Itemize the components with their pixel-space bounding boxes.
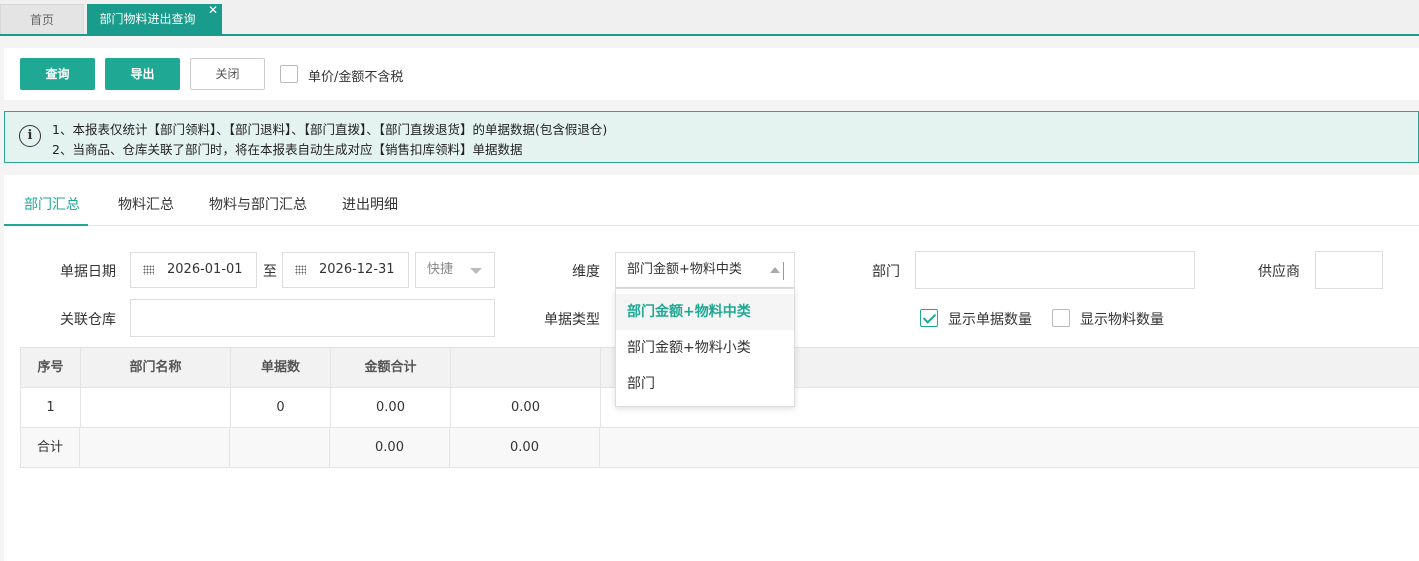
dimension-dropdown: 部门金额+物料中类 部门金额+物料小类 部门 bbox=[615, 288, 795, 407]
calendar-icon bbox=[295, 265, 306, 275]
total-doc-count bbox=[230, 428, 330, 467]
col-header-extra bbox=[451, 348, 601, 387]
notice-line-1: 1、本报表仅统计【部门领料】、【部门退料】、【部门直拨】、【部门直拨退货】的单据… bbox=[52, 122, 608, 137]
col-header-doc-count: 单据数 bbox=[231, 348, 331, 387]
close-icon[interactable]: ✕ bbox=[208, 0, 218, 25]
report-panel: 部门汇总 物料汇总 物料与部门汇总 进出明细 单据日期 2026-01-01 至… bbox=[4, 175, 1419, 561]
query-button[interactable]: 查询 bbox=[20, 58, 95, 90]
tab-in-out-detail[interactable]: 进出明细 bbox=[342, 175, 398, 226]
date-label: 单据日期 bbox=[60, 264, 116, 280]
dimension-option-dept[interactable]: 部门 bbox=[616, 366, 794, 402]
cell-index: 1 bbox=[20, 388, 81, 427]
dimension-select-value: 部门金额+物料中类 bbox=[627, 262, 742, 277]
table-total-row: 合计 0.00 0.00 bbox=[20, 428, 1419, 468]
tab-dept-material-query[interactable]: 部门物料进出查询 ✕ bbox=[87, 3, 222, 34]
warehouse-label: 关联仓库 bbox=[60, 312, 116, 328]
tab-dept-material-query-label: 部门物料进出查询 bbox=[99, 12, 196, 26]
notice-line-2: 2、当商品、仓库关联了部门时，将在本报表自动生成对应【销售扣库领料】单据数据 bbox=[52, 142, 523, 157]
supplier-label: 供应商 bbox=[1258, 264, 1300, 280]
show-item-qty-checkbox[interactable] bbox=[1052, 309, 1070, 327]
quick-select-label: 快捷 bbox=[427, 262, 454, 277]
show-doc-qty-label: 显示单据数量 bbox=[948, 312, 1032, 328]
show-item-qty-label: 显示物料数量 bbox=[1080, 312, 1164, 328]
tab-strip: 首页 部门物料进出查询 ✕ bbox=[0, 0, 1419, 36]
quick-select[interactable]: 快捷 bbox=[415, 252, 495, 288]
supplier-input[interactable] bbox=[1315, 251, 1383, 289]
report-tabs: 部门汇总 物料汇总 物料与部门汇总 进出明细 bbox=[4, 175, 1419, 226]
cell-amount-total: 0.00 bbox=[331, 388, 451, 427]
chevron-down-icon bbox=[470, 268, 482, 274]
show-doc-qty-checkbox[interactable] bbox=[920, 309, 938, 327]
calendar-icon bbox=[143, 265, 154, 275]
exclude-tax-checkbox[interactable] bbox=[280, 65, 298, 83]
col-header-dept-name: 部门名称 bbox=[81, 348, 231, 387]
dimension-label: 维度 bbox=[572, 264, 600, 280]
date-to-input[interactable]: 2026-12-31 bbox=[282, 252, 409, 288]
col-header-amount-total: 金额合计 bbox=[331, 348, 451, 387]
cell-doc-count: 0 bbox=[231, 388, 331, 427]
date-to-separator: 至 bbox=[263, 264, 277, 280]
total-amount: 0.00 bbox=[330, 428, 450, 467]
info-icon: i bbox=[19, 125, 41, 147]
tab-home[interactable]: 首页 bbox=[0, 4, 84, 34]
tab-material-summary[interactable]: 物料汇总 bbox=[118, 175, 174, 226]
col-header-index: 序号 bbox=[20, 348, 81, 387]
date-to-value: 2026-12-31 bbox=[319, 262, 395, 277]
date-from-input[interactable]: 2026-01-01 bbox=[130, 252, 257, 288]
tab-material-dept-summary[interactable]: 物料与部门汇总 bbox=[209, 175, 307, 226]
notice-box: i 1、本报表仅统计【部门领料】、【部门退料】、【部门直拨】、【部门直拨退货】的… bbox=[4, 111, 1419, 163]
dimension-option-dept-amount-sub-category[interactable]: 部门金额+物料小类 bbox=[616, 330, 794, 366]
toolbar: 查询 导出 关闭 单价/金额不含税 bbox=[4, 48, 1419, 100]
export-button[interactable]: 导出 bbox=[105, 58, 180, 90]
chevron-up-icon bbox=[770, 267, 780, 273]
text-cursor bbox=[783, 262, 784, 280]
date-from-value: 2026-01-01 bbox=[167, 262, 243, 277]
total-label: 合计 bbox=[20, 428, 80, 467]
dimension-option-dept-amount-mid-category[interactable]: 部门金额+物料中类 bbox=[616, 294, 794, 330]
cell-extra: 0.00 bbox=[451, 388, 601, 427]
cell-dept-name bbox=[81, 388, 231, 427]
dept-input[interactable] bbox=[915, 251, 1195, 289]
dept-label: 部门 bbox=[872, 264, 900, 280]
doctype-label: 单据类型 bbox=[544, 312, 600, 328]
exclude-tax-label: 单价/金额不含税 bbox=[308, 70, 404, 85]
total-dept-name bbox=[80, 428, 230, 467]
total-extra: 0.00 bbox=[450, 428, 600, 467]
tab-dept-summary[interactable]: 部门汇总 bbox=[4, 175, 88, 226]
warehouse-input[interactable] bbox=[130, 299, 495, 337]
dimension-select[interactable]: 部门金额+物料中类 bbox=[615, 252, 795, 288]
close-button[interactable]: 关闭 bbox=[190, 58, 265, 90]
